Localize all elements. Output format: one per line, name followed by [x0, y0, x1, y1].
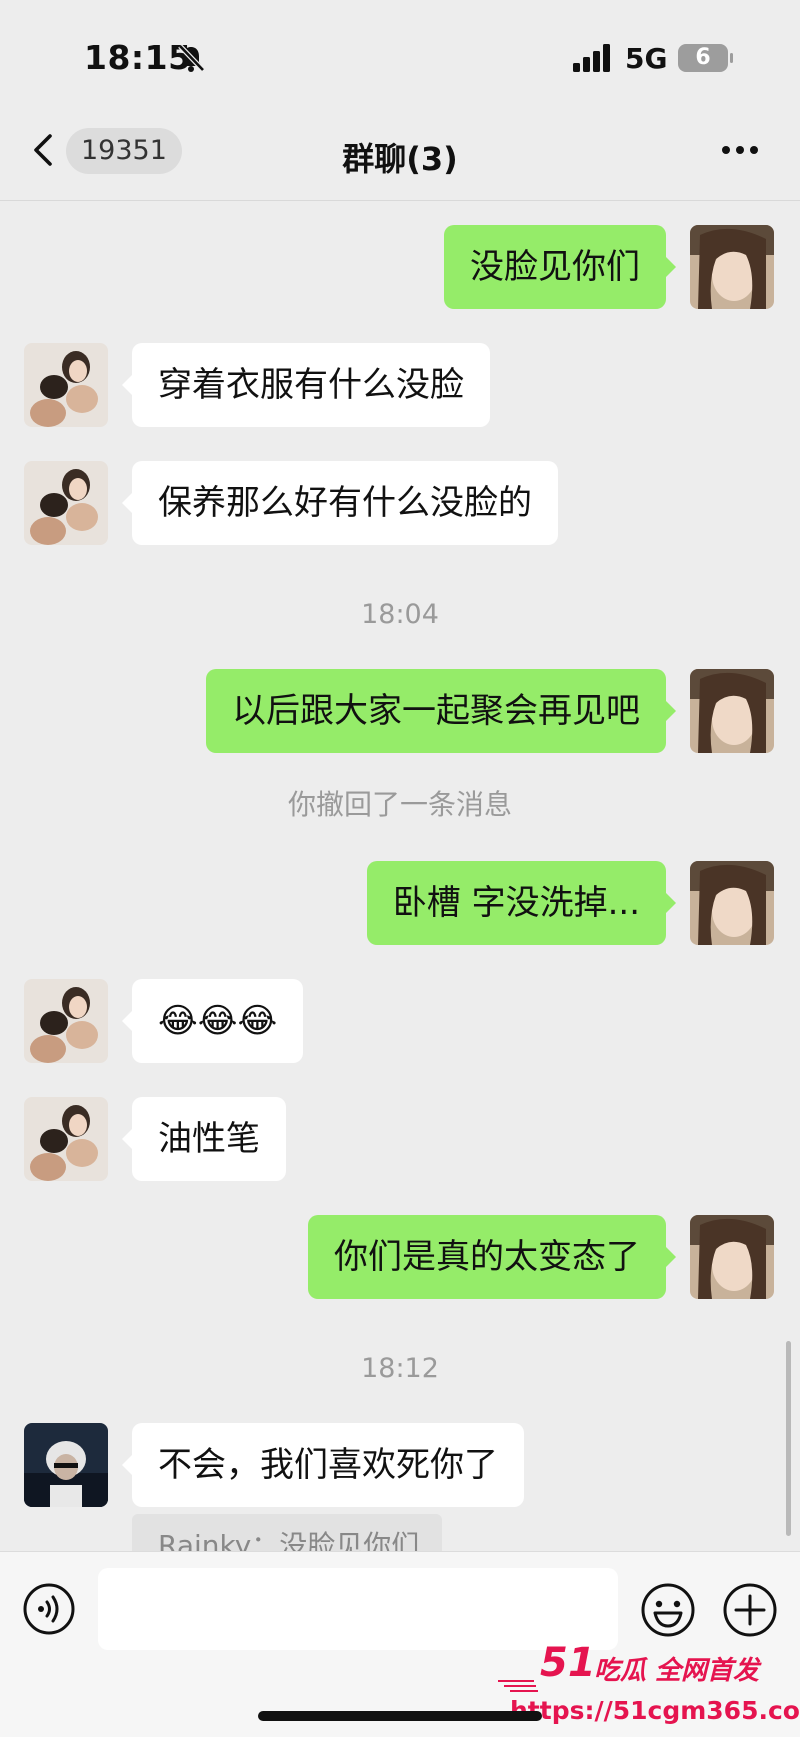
plus-icon[interactable]: [722, 1582, 778, 1638]
timestamp: 18:04: [361, 599, 439, 630]
message-bubble-other[interactable]: 不会，我们喜欢死你了: [122, 1423, 524, 1507]
my-avatar[interactable]: [690, 669, 774, 753]
message-bubble-other[interactable]: 😂😂😂: [122, 979, 304, 1063]
message-text: 卧槽 字没洗掉...: [392, 883, 640, 923]
message-text: 保养那么好有什么没脸的: [158, 483, 532, 523]
message-text: 😂😂😂: [158, 1001, 278, 1041]
network-label: 5G: [625, 42, 668, 75]
home-indicator: [258, 1711, 542, 1721]
system-notice: 你撤回了一条消息: [287, 788, 512, 821]
battery-indicator: 6: [678, 44, 728, 72]
watermark-url: https://51cgm365.com: [510, 1696, 800, 1725]
scrollbar[interactable]: [786, 1341, 791, 1536]
chat-title: 群聊(3): [342, 140, 458, 178]
input-bar: 51 吃瓜 全网首发 https://51cgm365.com: [0, 1551, 800, 1737]
contact-avatar[interactable]: [24, 343, 108, 427]
message-bubble-mine[interactable]: 没脸见你们: [444, 225, 676, 309]
contact-avatar[interactable]: [24, 461, 108, 545]
contact-avatar[interactable]: [24, 979, 108, 1063]
battery-tip: [730, 53, 733, 63]
my-avatar[interactable]: [690, 861, 774, 945]
message-text: 穿着衣服有什么没脸: [158, 365, 464, 405]
status-bar: 18:15 5G 6: [0, 0, 800, 100]
message-text: 不会，我们喜欢死你了: [158, 1445, 498, 1485]
quote-preview[interactable]: Rainky：没脸见你们: [132, 1514, 442, 1551]
message-input[interactable]: [98, 1568, 618, 1650]
message-bubble-other[interactable]: 油性笔: [122, 1097, 286, 1181]
nav-bar: 19351 群聊(3): [0, 100, 800, 201]
watermark-title: 吃瓜 全网首发: [594, 1656, 760, 1686]
message-text: 没脸见你们: [470, 247, 640, 287]
message-bubble-mine[interactable]: 卧槽 字没洗掉...: [366, 861, 676, 945]
more-dots-icon[interactable]: [718, 138, 762, 162]
message-bubble-mine[interactable]: 你们是真的太变态了: [308, 1215, 676, 1299]
bell-slash-icon: [178, 44, 205, 72]
contact-avatar-2[interactable]: [24, 1423, 108, 1507]
my-avatar[interactable]: [690, 1215, 774, 1299]
message-text: 你们是真的太变态了: [334, 1237, 640, 1277]
timestamp: 18:12: [361, 1353, 439, 1384]
message-text: 以后跟大家一起聚会再见吧: [232, 691, 640, 731]
speed-lines-icon: [498, 1680, 538, 1692]
signal-icon: [573, 44, 610, 72]
message-bubble-mine[interactable]: 以后跟大家一起聚会再见吧: [206, 669, 676, 753]
message-bubble-other[interactable]: 穿着衣服有什么没脸: [122, 343, 490, 427]
message-bubble-other[interactable]: 保养那么好有什么没脸的: [122, 461, 558, 545]
watermark-logo: 51 吃瓜 全网首发 https://51cgm365.com: [498, 1640, 800, 1734]
emoji-icon[interactable]: [640, 1582, 696, 1638]
watermark-number: 51: [540, 1640, 596, 1686]
chat-area[interactable]: 没脸见你们 穿着衣服有什么没脸 保养那么好有什么没脸的 18:04 以后跟大家一…: [0, 201, 800, 1551]
my-avatar[interactable]: [690, 225, 774, 309]
voice-icon[interactable]: [22, 1582, 76, 1636]
message-text: 油性笔: [158, 1119, 260, 1159]
contact-avatar[interactable]: [24, 1097, 108, 1181]
